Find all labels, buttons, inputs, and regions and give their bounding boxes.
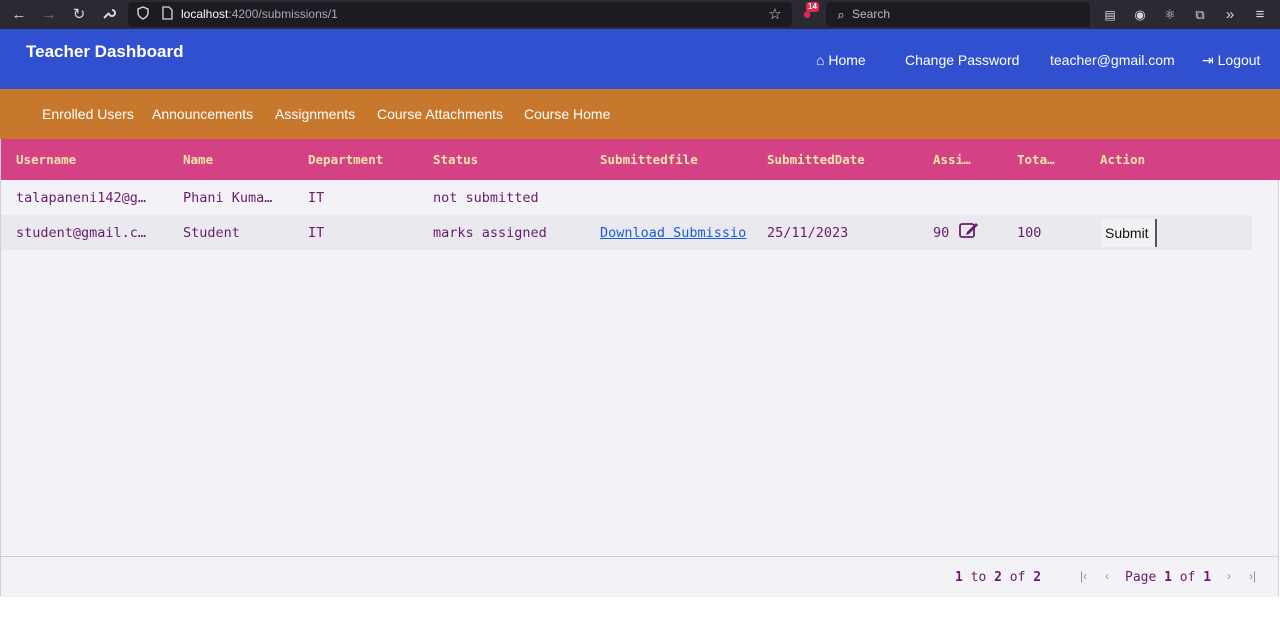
course-subnav: Enrolled Users Announcements Assignments… xyxy=(0,89,1280,139)
cell-total: 100 xyxy=(1017,225,1042,241)
range-to: to xyxy=(970,570,987,585)
menu-icon[interactable]: ≡ xyxy=(1251,6,1269,24)
range-start: 1 xyxy=(955,570,963,585)
cell-status: not submitted xyxy=(433,190,539,206)
extension-badge: 14 xyxy=(806,2,819,12)
account-icon[interactable]: ◉ xyxy=(1131,6,1149,24)
subnav-course-home[interactable]: Course Home xyxy=(524,106,610,122)
table-row[interactable]: talapaneni142@g… Phani Kuma… IT not subm… xyxy=(1,180,1252,215)
last-page-icon[interactable]: ›| xyxy=(1249,569,1256,583)
cell-submitted-date: 25/11/2023 xyxy=(767,225,849,241)
grid-pager: 1 to 2 of 2 |‹ ‹ Page 1 of 1 › ›| xyxy=(1,556,1278,597)
col-total[interactable]: Tota… xyxy=(1017,152,1055,167)
col-assigned-marks[interactable]: Assi… xyxy=(933,152,971,167)
subnav-course-attachments[interactable]: Course Attachments xyxy=(377,106,503,122)
url-host: localhost xyxy=(181,7,229,21)
download-submission-link[interactable]: Download Submissio xyxy=(600,225,752,241)
change-password-link[interactable]: Change Password xyxy=(905,52,1019,68)
col-username[interactable]: Username xyxy=(16,152,76,167)
cell-name: Phani Kuma… xyxy=(183,190,273,206)
first-page-icon[interactable]: |‹ xyxy=(1080,569,1087,583)
cell-status: marks assigned xyxy=(433,225,547,241)
range-end: 2 xyxy=(994,570,1002,585)
logout-icon: ⇥ xyxy=(1202,52,1218,68)
bookmark-star-icon[interactable]: ☆ xyxy=(766,6,784,24)
submissions-grid: Username Name Department Status Submitte… xyxy=(0,139,1280,597)
search-input[interactable]: Search xyxy=(852,7,890,21)
cell-assigned-marks: 90 xyxy=(933,225,950,241)
home-icon: ⌂ xyxy=(816,52,829,68)
extensions-icon[interactable]: ⧉ xyxy=(1191,6,1209,24)
home-link[interactable]: ⌂ Home xyxy=(816,52,866,68)
col-status[interactable]: Status xyxy=(433,152,478,167)
range-total: 2 xyxy=(1033,570,1042,585)
top-header: Teacher Dashboard ⌂ Home Change Password… xyxy=(0,29,1280,89)
prev-page-icon[interactable]: ‹ xyxy=(1105,569,1109,583)
home-label: Home xyxy=(828,52,866,68)
subnav-enrolled-users[interactable]: Enrolled Users xyxy=(42,106,134,122)
col-submitteddate[interactable]: SubmittedDate xyxy=(767,152,865,167)
col-name[interactable]: Name xyxy=(183,152,213,167)
subnav-assignments[interactable]: Assignments xyxy=(275,106,355,122)
url-text[interactable]: localhost:4200/submissions/1 xyxy=(181,7,338,21)
cell-department: IT xyxy=(308,225,325,241)
page-number: 1 xyxy=(1164,570,1172,585)
forward-arrow-icon[interactable]: → xyxy=(40,6,58,24)
page-of: of xyxy=(1179,570,1196,585)
cell-username: student@gmail.c… xyxy=(16,225,147,241)
url-path: :4200/submissions/1 xyxy=(228,7,338,21)
cell-department: IT xyxy=(308,190,325,206)
reload-icon[interactable]: ↻ xyxy=(70,6,88,24)
page-label: Page xyxy=(1125,570,1157,585)
page-total: 1 xyxy=(1203,570,1212,585)
overflow-chevron-icon[interactable]: » xyxy=(1221,6,1239,24)
shield-icon[interactable] xyxy=(134,6,152,24)
subnav-announcements[interactable]: Announcements xyxy=(152,106,253,122)
cell-username: talapaneni142@g… xyxy=(16,190,147,206)
logout-link[interactable]: ⇥ Logout xyxy=(1202,52,1260,69)
page-summary: Page 1 of 1 xyxy=(1125,570,1211,585)
search-icon: ⌕ xyxy=(837,7,845,22)
col-action[interactable]: Action xyxy=(1100,152,1145,167)
cell-name: Student xyxy=(183,225,240,241)
user-email-link[interactable]: teacher@gmail.com xyxy=(1050,52,1175,68)
range-of: of xyxy=(1009,570,1026,585)
edit-marks-icon[interactable] xyxy=(958,220,980,245)
grid-header: Username Name Department Status Submitte… xyxy=(1,139,1280,180)
reader-icon[interactable]: ▤ xyxy=(1101,6,1119,24)
brand-title: Teacher Dashboard xyxy=(26,42,184,61)
row-summary: 1 to 2 of 2 xyxy=(955,570,1041,585)
logout-label: Logout xyxy=(1217,52,1261,68)
wrench-icon[interactable] xyxy=(100,6,118,24)
col-department[interactable]: Department xyxy=(308,152,383,167)
table-row[interactable]: student@gmail.c… Student IT marks assign… xyxy=(1,215,1252,250)
col-submittedfile[interactable]: Submittedfile xyxy=(600,152,698,167)
react-devtools-icon[interactable]: ⚛ xyxy=(1161,6,1179,24)
submit-button[interactable]: Submit xyxy=(1101,219,1157,247)
back-arrow-icon[interactable]: ← xyxy=(10,6,28,24)
next-page-icon[interactable]: › xyxy=(1227,569,1231,583)
page-icon xyxy=(158,6,176,24)
browser-toolbar: ← → ↻ localhost:4200/submissions/1 ☆ ● 1… xyxy=(0,0,1280,29)
